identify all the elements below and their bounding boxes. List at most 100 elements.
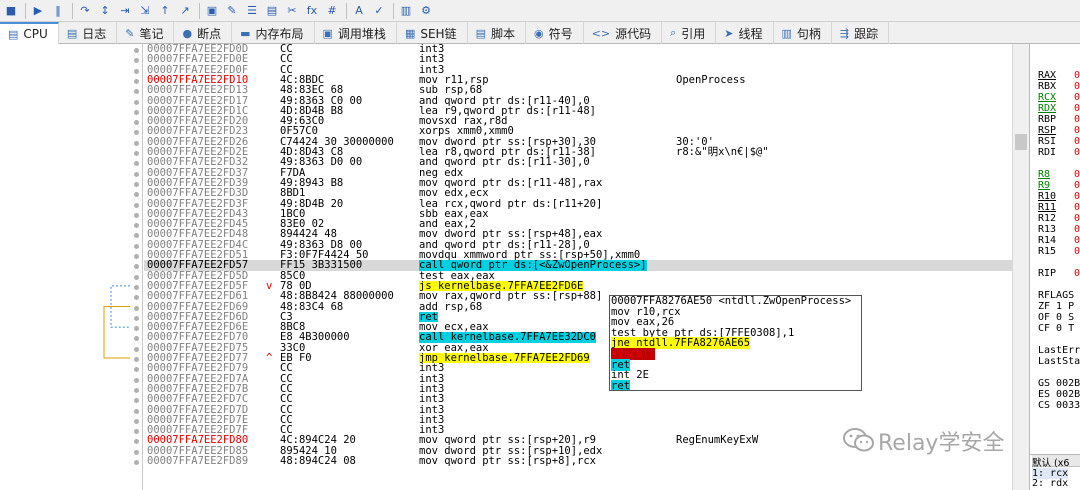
tab-threads[interactable]: ➤ 线程 (716, 22, 774, 44)
register-value[interactable]: 0 (1074, 70, 1080, 81)
trace-into-icon[interactable]: ⇥ (116, 2, 134, 20)
row-breakpoint-dot[interactable] (134, 212, 139, 218)
disasm-row[interactable]: 00007FFA7EE2FD13 48:83EC 68 sub rsp,68 (144, 85, 1012, 96)
register-value[interactable]: 0 (1074, 147, 1080, 158)
register-value[interactable]: 0 (1074, 213, 1080, 224)
disasm-row[interactable]: 00007FFA7EE2FD7C CC int3 (144, 394, 1012, 405)
tab-trace[interactable]: ⇶ 跟踪 (832, 22, 890, 44)
font-icon[interactable]: A (350, 2, 368, 20)
register-rdx[interactable]: RDX (1038, 103, 1056, 114)
breakpoint-icon[interactable]: ▣ (203, 2, 221, 20)
tab-symbols[interactable]: ◉ 符号 (526, 22, 584, 44)
row-breakpoint-dot[interactable] (134, 315, 139, 321)
register-laststa[interactable]: LastSta (1038, 356, 1080, 367)
run-icon[interactable]: ▶ (29, 2, 47, 20)
row-breakpoint-dot[interactable] (134, 202, 139, 208)
register-rbp[interactable]: RBP (1038, 114, 1056, 125)
call-convention-header[interactable]: 默认 (x6 (1032, 455, 1080, 469)
run-to-user-code-icon[interactable]: ↗ (176, 2, 194, 20)
tab-seh[interactable]: ▦ SEH链 (397, 22, 468, 44)
row-breakpoint-dot[interactable] (134, 140, 139, 146)
row-breakpoint-dot[interactable] (134, 284, 139, 290)
register-zf[interactable]: ZF 1 P (1038, 301, 1074, 312)
row-breakpoint-dot[interactable] (134, 418, 139, 424)
tab-cpu[interactable]: ▤ CPU (0, 22, 59, 44)
step-over-icon[interactable]: ↕ (96, 2, 114, 20)
hash-icon[interactable]: # (323, 2, 341, 20)
tab-breakpoint[interactable]: ● 断点 (174, 22, 233, 44)
register-r11[interactable]: R11 (1038, 202, 1056, 213)
register-gs[interactable]: GS 002B (1038, 378, 1080, 389)
disasm-row[interactable]: 00007FFA7EE2FD69 48:83C4 68 add rsp,68 (144, 301, 1012, 312)
register-r10[interactable]: R10 (1038, 191, 1056, 202)
row-breakpoint-dot[interactable] (134, 274, 139, 280)
tab-memory-map[interactable]: ▬ 内存布局 (232, 22, 315, 44)
register-cf[interactable]: CF 0 T (1038, 323, 1074, 334)
disasm-row[interactable]: 00007FFA7EE2FD32 49:8363 D0 00 and qword p… (144, 157, 1012, 168)
register-value[interactable]: 0 (1074, 169, 1080, 180)
row-breakpoint-dot[interactable] (134, 109, 139, 115)
disassembly-view[interactable]: 00007FFA7EE2FD0D CC int3 00007FFA7EE2FD0E CC… (144, 44, 1012, 490)
tab-handles[interactable]: ▥ 句柄 (774, 22, 832, 44)
execute-till-return-icon[interactable]: ↑ (156, 2, 174, 20)
register-r12[interactable]: R12 (1038, 213, 1056, 224)
row-breakpoint-dot[interactable] (134, 151, 139, 156)
register-value[interactable]: 0 (1074, 246, 1080, 257)
scrollbar-thumb[interactable] (1015, 134, 1027, 150)
disasm-row[interactable]: 00007FFA7EE2FD0E CC int3 (144, 54, 1012, 65)
row-breakpoint-dot[interactable] (134, 408, 139, 414)
disassembly-scrollbar[interactable] (1012, 44, 1029, 490)
trace-over-icon[interactable]: ⇲ (136, 2, 154, 20)
disasm-row[interactable]: 00007FFA7EE2FD39 49:8943 B8 mov qword ptr … (144, 177, 1012, 188)
bookmark-icon[interactable]: ✎ (223, 2, 241, 20)
tab-callstack[interactable]: ▣ 调用堆栈 (315, 22, 397, 44)
disasm-row[interactable]: 00007FFA7EE2FD0D CC int3 (144, 44, 1012, 54)
tab-references[interactable]: ⌕ 引用 (662, 22, 717, 44)
disasm-row[interactable]: 00007FFA7EE2FD20 49:63C0 movsxd rax,r8d (144, 116, 1012, 127)
register-value[interactable]: 0 (1074, 114, 1080, 125)
row-breakpoint-dot[interactable] (134, 171, 139, 177)
disasm-row[interactable]: 00007FFA7EE2FD7B CC int3 (144, 383, 1012, 394)
register-value[interactable]: 0 (1074, 235, 1080, 246)
register-rbx[interactable]: RBX (1038, 81, 1056, 92)
function-icon[interactable]: fx (303, 2, 321, 20)
disasm-row[interactable]: 00007FFA7EE2FD7A CC int3 (144, 373, 1012, 384)
row-breakpoint-dot[interactable] (134, 305, 139, 311)
row-breakpoint-dot[interactable] (134, 181, 139, 187)
register-value[interactable]: 0 (1074, 180, 1080, 191)
register-value[interactable]: 0 (1074, 202, 1080, 213)
disasm-row[interactable]: 00007FFA7EE2FD70 E8 4B300000 call kernelba… (144, 332, 1012, 343)
disasm-row[interactable]: 00007FFA7EE2FD77 EB F0 jmp kernelbase.7FFA… (144, 353, 1012, 363)
register-es[interactable]: ES 002B (1038, 389, 1080, 400)
disasm-row[interactable]: 00007FFA7EE2FD43 1BC0 sbb eax,eax (144, 208, 1012, 219)
row-breakpoint-dot[interactable] (134, 68, 139, 74)
register-value[interactable]: 0 (1074, 92, 1080, 103)
memory-map-icon[interactable]: ▥ (397, 2, 415, 20)
disasm-row[interactable]: 00007FFA7EE2FD79 CC int3 (144, 363, 1012, 374)
register-rflags[interactable]: RFLAGS (1038, 290, 1074, 301)
disasm-row[interactable]: 00007FFA7EE2FD1C 4D:8D4B B8 lea r9,qword p… (144, 105, 1012, 116)
row-breakpoint-dot[interactable] (134, 254, 139, 259)
disasm-row[interactable]: 00007FFA7EE2FD10 4C:8BDC mov r11,rsp OpenPr… (144, 74, 1012, 85)
register-r9[interactable]: R9 (1038, 180, 1050, 191)
disasm-row[interactable]: 00007FFA7EE2FD6D C3 ret (144, 311, 1012, 322)
register-value[interactable]: 0 (1074, 224, 1080, 235)
register-r14[interactable]: R14 (1038, 235, 1056, 246)
register-value[interactable]: 0 (1074, 268, 1080, 279)
register-of[interactable]: OF 0 S (1038, 312, 1074, 323)
row-breakpoint-dot[interactable] (134, 48, 139, 53)
register-value[interactable]: 0 (1074, 125, 1080, 136)
row-breakpoint-dot[interactable] (134, 387, 139, 393)
register-r13[interactable]: R13 (1038, 224, 1056, 235)
row-breakpoint-dot[interactable] (134, 460, 139, 465)
register-value[interactable]: 0 (1074, 191, 1080, 202)
comment-icon[interactable]: ☰ (243, 2, 261, 20)
disasm-row[interactable]: 00007FFA7EE2FD57 FF15 3B331500 call qword … (144, 260, 1012, 271)
row-breakpoint-dot[interactable] (134, 449, 139, 455)
register-rsi[interactable]: RSI (1038, 136, 1056, 147)
disasm-row[interactable]: 00007FFA7EE2FD7E CC int3 (144, 414, 1012, 425)
label-icon[interactable]: ▤ (263, 2, 281, 20)
row-breakpoint-dot[interactable] (134, 357, 139, 362)
row-breakpoint-dot[interactable] (134, 377, 139, 383)
row-breakpoint-dot[interactable] (134, 243, 139, 249)
